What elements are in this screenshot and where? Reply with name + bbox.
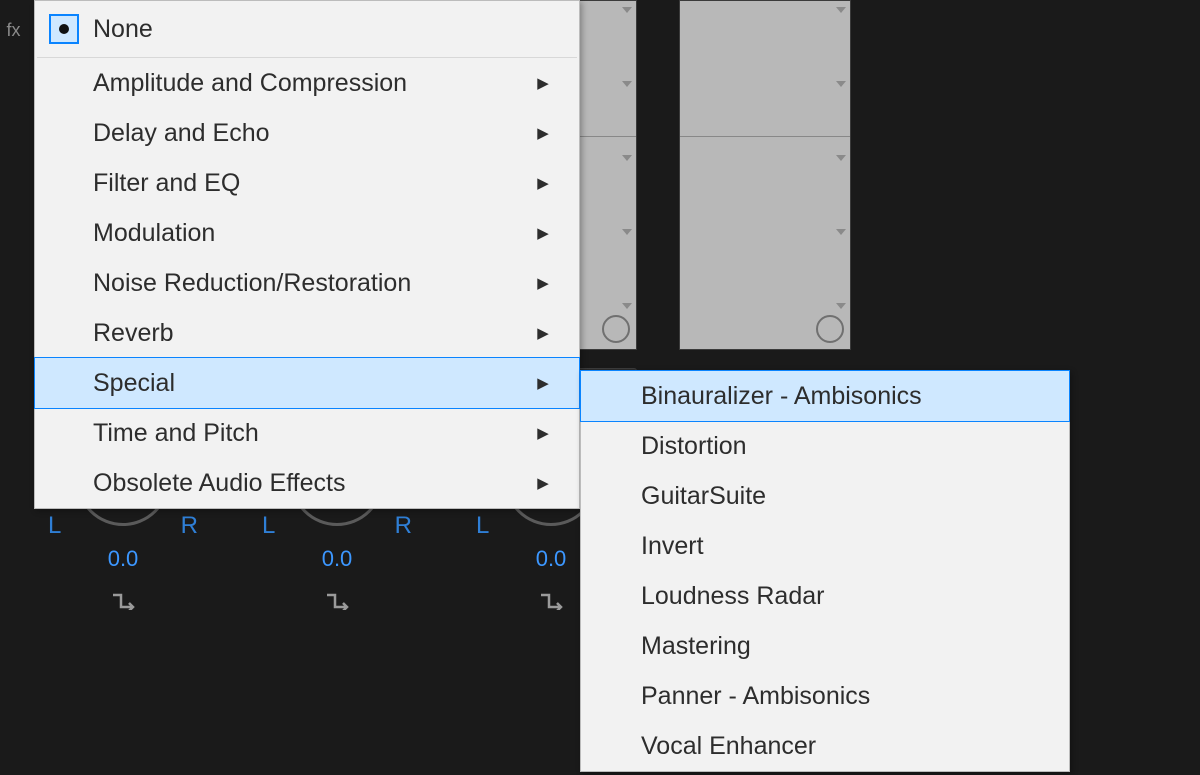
submenu-item[interactable]: Distortion: [581, 421, 1069, 471]
submenu-arrow-icon: ▶: [529, 424, 557, 442]
submenu-arrow-icon: ▶: [529, 324, 557, 342]
submenu-item-label: GuitarSuite: [641, 482, 1047, 511]
submenu-item[interactable]: Vocal Enhancer: [581, 721, 1069, 771]
menu-item-none[interactable]: None: [35, 1, 579, 57]
menu-item[interactable]: Modulation▶: [35, 208, 579, 258]
menu-item-label: Time and Pitch: [93, 419, 529, 448]
submenu-arrow-icon: ▶: [529, 274, 557, 292]
menu-item[interactable]: Delay and Echo▶: [35, 108, 579, 158]
submenu-item[interactable]: Panner - Ambisonics: [581, 671, 1069, 721]
pan-right-label: R: [395, 512, 412, 540]
menu-item-label: Filter and EQ: [93, 169, 529, 198]
submenu-arrow-icon: ▶: [529, 124, 557, 142]
menu-item-label: Delay and Echo: [93, 119, 529, 148]
effects-submenu-special[interactable]: Binauralizer - Ambisonics Distortion Guita…: [580, 370, 1070, 772]
menu-item[interactable]: Special▶: [35, 358, 579, 408]
submenu-item-label: Vocal Enhancer: [641, 732, 1047, 761]
pan-value: 0.0: [536, 546, 567, 572]
menu-item[interactable]: Amplitude and Compression▶: [35, 58, 579, 108]
menu-item[interactable]: Noise Reduction/Restoration▶: [35, 258, 579, 308]
pan-right-label: R: [181, 512, 198, 540]
submenu-item[interactable]: Binauralizer - Ambisonics: [581, 371, 1069, 421]
submenu-item-label: Mastering: [641, 632, 1047, 661]
level-meter[interactable]: [679, 0, 851, 350]
submenu-arrow-icon: ▶: [529, 74, 557, 92]
pan-left-label: L: [476, 512, 489, 540]
meter-fader-knob[interactable]: [602, 315, 630, 343]
route-glyph-icon: [324, 590, 350, 616]
menu-item[interactable]: Time and Pitch▶: [35, 408, 579, 458]
pan-value: 0.0: [322, 546, 353, 572]
effects-context-menu[interactable]: None Amplitude and Compression▶Delay and…: [34, 0, 580, 509]
menu-item-label: Modulation: [93, 219, 529, 248]
menu-item-label: Noise Reduction/Restoration: [93, 269, 529, 298]
pan-left-label: L: [262, 512, 275, 540]
menu-item[interactable]: Reverb▶: [35, 308, 579, 358]
submenu-item-label: Panner - Ambisonics: [641, 682, 1047, 711]
pan-left-label: L: [48, 512, 61, 540]
radio-selected-icon: [49, 14, 79, 44]
menu-item-label: Amplitude and Compression: [93, 69, 529, 98]
submenu-item[interactable]: Invert: [581, 521, 1069, 571]
route-glyph-icon: [538, 590, 564, 616]
menu-item[interactable]: Filter and EQ▶: [35, 158, 579, 208]
submenu-arrow-icon: ▶: [529, 174, 557, 192]
meter-fader-knob[interactable]: [816, 315, 844, 343]
pan-value: 0.0: [108, 546, 139, 572]
submenu-arrow-icon: ▶: [529, 374, 557, 392]
submenu-arrow-icon: ▶: [529, 224, 557, 242]
route-glyph-icon: [110, 590, 136, 616]
menu-item-label: None: [93, 15, 529, 44]
menu-item-label: Special: [93, 369, 529, 398]
submenu-item-label: Binauralizer - Ambisonics: [641, 382, 1047, 411]
submenu-arrow-icon: ▶: [529, 474, 557, 492]
submenu-item-label: Distortion: [641, 432, 1047, 461]
submenu-item[interactable]: GuitarSuite: [581, 471, 1069, 521]
submenu-item[interactable]: Mastering: [581, 621, 1069, 671]
menu-item-label: Reverb: [93, 319, 529, 348]
menu-item-label: Obsolete Audio Effects: [93, 469, 529, 498]
submenu-item-label: Invert: [641, 532, 1047, 561]
submenu-item[interactable]: Loudness Radar: [581, 571, 1069, 621]
menu-item[interactable]: Obsolete Audio Effects▶: [35, 458, 579, 508]
submenu-item-label: Loudness Radar: [641, 582, 1047, 611]
